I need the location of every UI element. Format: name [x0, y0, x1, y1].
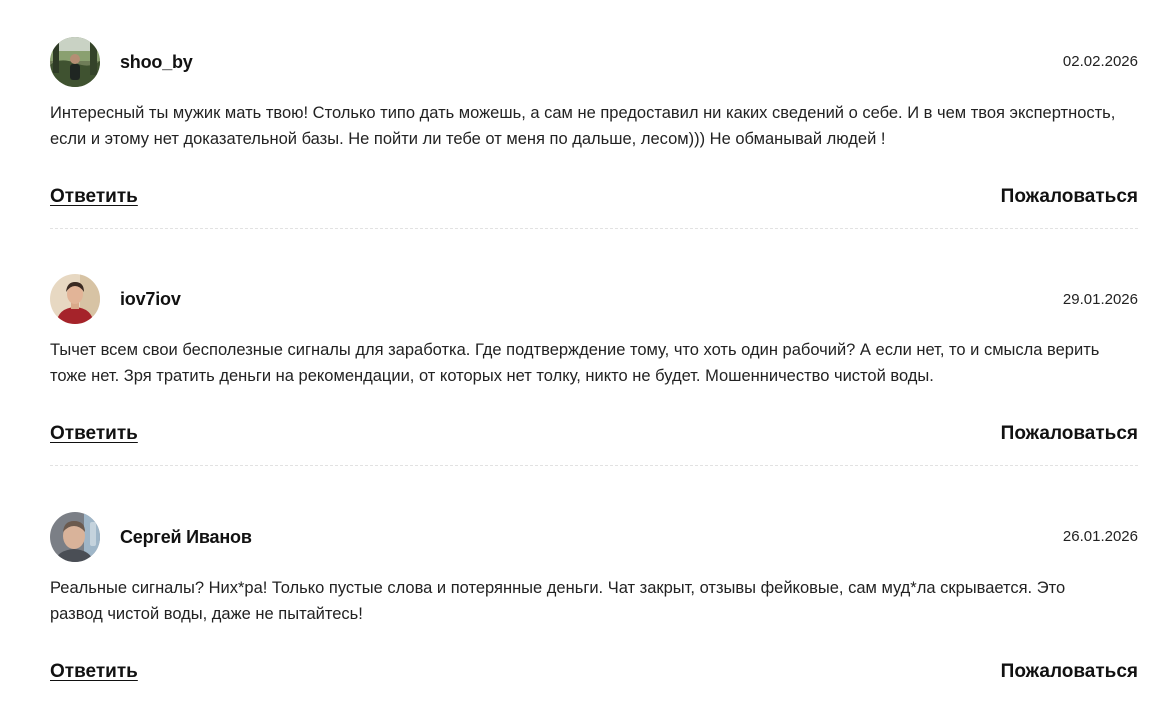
- comment-date: 02.02.2026: [1062, 53, 1138, 70]
- comment-author[interactable]: Сергей Иванов: [120, 527, 252, 548]
- avatar[interactable]: [50, 512, 100, 562]
- comment-text: Реальные сигналы? Них*ра! Только пустые …: [50, 579, 1066, 623]
- avatar-photo-icon: [50, 274, 100, 324]
- comment-divider: [50, 465, 1138, 466]
- comment-date: 26.01.2026: [1062, 528, 1138, 545]
- comments-list: shoo_by 02.02.2026 Интересный ты мужик м…: [0, 0, 1169, 701]
- comment-header: Сергей Иванов 26.01.2026: [50, 512, 1138, 564]
- comment-text: Тычет всем свои бесполезные сигналы для …: [50, 341, 1100, 385]
- comment-actions: Ответить Пожаловаться: [50, 186, 1138, 210]
- reply-button[interactable]: Ответить: [50, 661, 138, 683]
- report-button[interactable]: Пожаловаться: [1001, 423, 1138, 445]
- avatar[interactable]: [50, 274, 100, 324]
- avatar-photo-icon: [50, 512, 100, 562]
- avatar-photo-icon: [50, 37, 100, 87]
- comment-actions: Ответить Пожаловаться: [50, 423, 1138, 447]
- comment-item: iov7iov 29.01.2026 Тычет всем свои беспо…: [50, 274, 1138, 466]
- reply-button[interactable]: Ответить: [50, 186, 138, 208]
- avatar[interactable]: [50, 37, 100, 87]
- comment-header: shoo_by 02.02.2026: [50, 37, 1138, 89]
- comment-author[interactable]: iov7iov: [120, 289, 181, 310]
- comment-item: shoo_by 02.02.2026 Интересный ты мужик м…: [50, 37, 1138, 229]
- comment-divider: [50, 228, 1138, 229]
- reply-button[interactable]: Ответить: [50, 423, 138, 445]
- comment-actions: Ответить Пожаловаться: [50, 661, 1138, 685]
- comment-date: 29.01.2026: [1062, 291, 1138, 308]
- comment-text: Интересный ты мужик мать твою! Столько т…: [50, 104, 1116, 148]
- comment-author[interactable]: shoo_by: [120, 52, 193, 73]
- comment-item: Сергей Иванов 26.01.2026 Реальные сигнал…: [50, 512, 1138, 682]
- report-button[interactable]: Пожаловаться: [1001, 661, 1138, 683]
- report-button[interactable]: Пожаловаться: [1001, 186, 1138, 208]
- comment-header: iov7iov 29.01.2026: [50, 274, 1138, 326]
